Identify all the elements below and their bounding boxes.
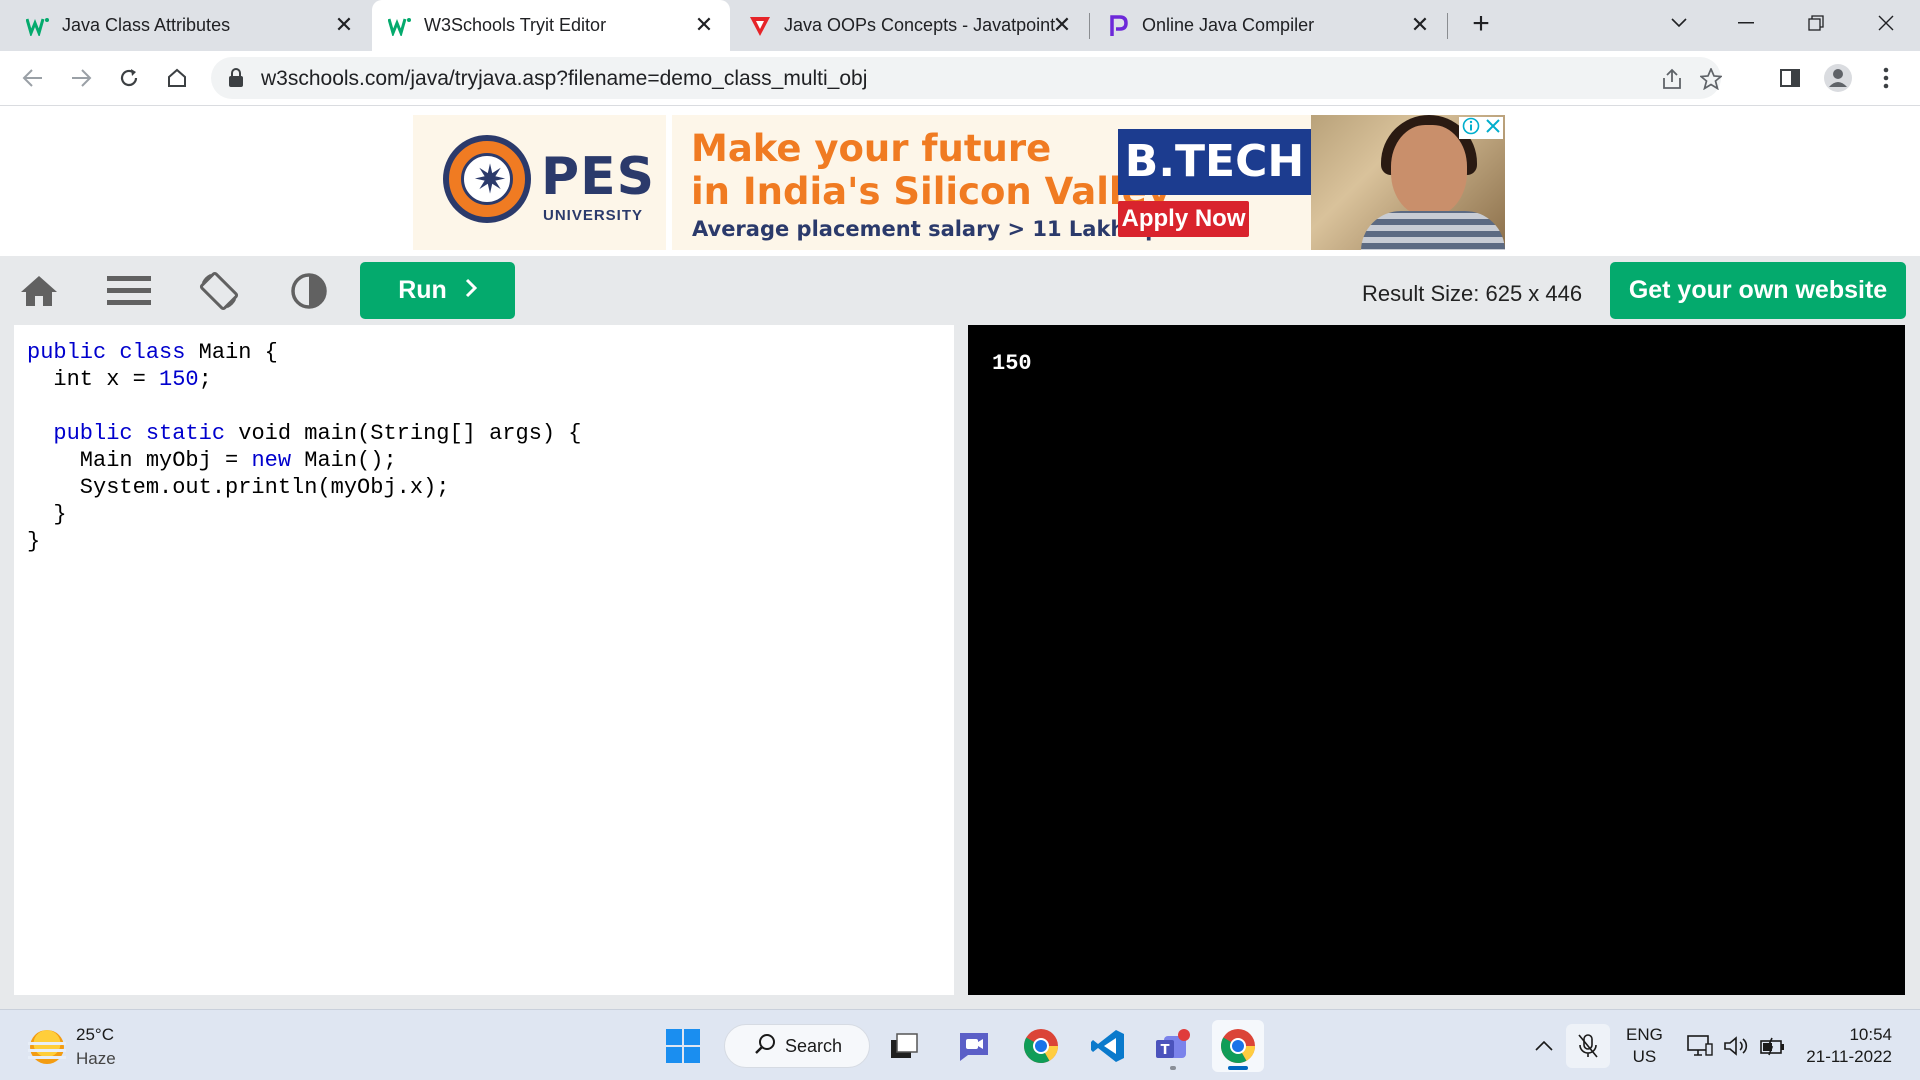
- teams-icon[interactable]: T: [1147, 1020, 1199, 1072]
- tab-separator: [1447, 13, 1448, 39]
- home-icon[interactable]: [159, 60, 195, 96]
- weather-haze-icon: [28, 1030, 66, 1064]
- w3schools-icon: [388, 14, 412, 38]
- share-icon[interactable]: [1659, 66, 1685, 92]
- ad-choices[interactable]: [1459, 117, 1503, 139]
- close-icon[interactable]: ✕: [692, 12, 716, 37]
- search-label: Search: [785, 1035, 843, 1056]
- taskbar-clock[interactable]: 10:54 21-11-2022: [1800, 1024, 1892, 1068]
- tab-javatpoint[interactable]: Java OOPs Concepts - Javatpoint ✕: [732, 0, 1088, 51]
- ad-apply-button[interactable]: Apply Now: [1118, 201, 1249, 237]
- svg-text:T: T: [1161, 1043, 1170, 1058]
- taskbar-search[interactable]: Search: [724, 1024, 870, 1068]
- ad-badge: B.TECH: [1118, 129, 1311, 195]
- volume-icon[interactable]: [1722, 1032, 1750, 1060]
- tab-strip: Java Class Attributes ✕ W3Schools Tryit …: [0, 0, 1920, 51]
- code-editor[interactable]: public class Main { int x = 150; public …: [14, 325, 954, 995]
- bookmark-star-icon[interactable]: [1698, 66, 1724, 92]
- running-indicator: [1170, 1066, 1176, 1070]
- tab-title: Online Java Compiler: [1142, 15, 1315, 35]
- w3schools-icon: [26, 14, 50, 38]
- ad-banner[interactable]: ✷ PES UNIVERSITY Make your future in Ind…: [413, 115, 1505, 250]
- forward-arrow-icon[interactable]: [63, 60, 99, 96]
- network-icon[interactable]: [1686, 1032, 1714, 1060]
- get-own-website-button[interactable]: Get your own website: [1610, 262, 1906, 319]
- weather-condition: Haze: [76, 1049, 116, 1068]
- chrome-active-icon[interactable]: [1212, 1020, 1264, 1072]
- ad-divider: [666, 115, 672, 250]
- kebab-menu-icon[interactable]: [1868, 60, 1904, 96]
- ad-headline-1: Make your future: [691, 127, 1052, 170]
- run-label: Run: [398, 276, 447, 304]
- profile-avatar-icon[interactable]: [1820, 60, 1856, 96]
- tab-title: W3Schools Tryit Editor: [424, 15, 607, 35]
- chrome-icon[interactable]: [1015, 1020, 1067, 1072]
- result-pane[interactable]: 150: [968, 325, 1905, 995]
- tab-online-java-compiler[interactable]: Online Java Compiler ✕: [1090, 0, 1446, 51]
- pes-logo: ✷: [443, 135, 531, 223]
- ad-close-icon[interactable]: [1485, 118, 1501, 139]
- task-view-icon[interactable]: [878, 1020, 930, 1072]
- tab-search-chevron-icon[interactable]: [1661, 8, 1697, 38]
- run-button[interactable]: Run: [360, 262, 515, 319]
- close-icon[interactable]: ✕: [332, 12, 356, 37]
- back-arrow-icon[interactable]: [15, 60, 51, 96]
- close-icon[interactable]: ✕: [1050, 12, 1074, 37]
- vscode-icon[interactable]: [1082, 1020, 1134, 1072]
- home-icon[interactable]: [16, 270, 62, 312]
- result-size-label: Result Size: 625 x 446: [1362, 281, 1583, 306]
- javatpoint-icon: [748, 14, 772, 38]
- tryit-toolbar: Run Result Size: 625 x 446 Get your own …: [0, 256, 1920, 324]
- new-tab-plus-icon[interactable]: +: [1466, 9, 1496, 40]
- browser-toolbar: w3schools.com/java/tryjava.asp?filename=…: [0, 51, 1920, 106]
- ad-info-icon[interactable]: [1462, 117, 1480, 140]
- windows-start-icon[interactable]: [657, 1020, 709, 1072]
- ad-brand-sub: UNIVERSITY: [543, 207, 644, 224]
- weather-temp: 25°C: [76, 1025, 114, 1044]
- tryit-panes: public class Main { int x = 150; public …: [0, 324, 1920, 1009]
- close-window-icon[interactable]: [1868, 8, 1904, 38]
- minimize-icon[interactable]: [1728, 8, 1764, 38]
- tab-title: Java OOPs Concepts - Javatpoint: [784, 15, 1056, 35]
- program-output: 150: [992, 351, 1032, 376]
- reload-icon[interactable]: [111, 60, 147, 96]
- teams-chat-icon[interactable]: [948, 1020, 1000, 1072]
- windows-taskbar: 25°C Haze Search T ENG US 10:54 21-11-20…: [0, 1009, 1920, 1080]
- ad-container: ✷ PES UNIVERSITY Make your future in Ind…: [0, 107, 1920, 256]
- tab-title: Java Class Attributes: [62, 15, 231, 35]
- battery-charging-icon[interactable]: [1758, 1032, 1786, 1060]
- programiz-icon: [1106, 14, 1130, 38]
- rotate-orientation-icon[interactable]: [196, 270, 242, 312]
- address-bar[interactable]: w3schools.com/java/tryjava.asp?filename=…: [211, 57, 1724, 99]
- search-icon: [755, 1033, 777, 1060]
- chevron-up-icon[interactable]: [1530, 1032, 1558, 1060]
- chevron-right-icon: [465, 276, 477, 305]
- ad-subline: Average placement salary > 11 Lakhs pa: [692, 217, 1175, 241]
- url-text[interactable]: w3schools.com/java/tryjava.asp?filename=…: [261, 67, 867, 91]
- active-indicator: [1228, 1066, 1248, 1070]
- mic-muted-icon[interactable]: [1566, 1024, 1610, 1068]
- code-text[interactable]: public class Main { int x = 150; public …: [27, 339, 582, 555]
- theme-contrast-icon[interactable]: [286, 270, 332, 312]
- close-icon[interactable]: ✕: [1408, 12, 1432, 37]
- tab-w3schools-tryit[interactable]: W3Schools Tryit Editor ✕: [372, 0, 730, 51]
- menu-hamburger-icon[interactable]: [106, 270, 152, 312]
- tab-java-class-attributes[interactable]: Java Class Attributes ✕: [0, 0, 370, 51]
- ad-brand: PES: [541, 147, 656, 207]
- ad-headline-2: in India's Silicon Valley: [691, 170, 1171, 213]
- side-panel-icon[interactable]: [1772, 60, 1808, 96]
- language-indicator[interactable]: ENG US: [1626, 1024, 1663, 1068]
- lock-icon[interactable]: [228, 68, 244, 93]
- restore-icon[interactable]: [1798, 8, 1834, 38]
